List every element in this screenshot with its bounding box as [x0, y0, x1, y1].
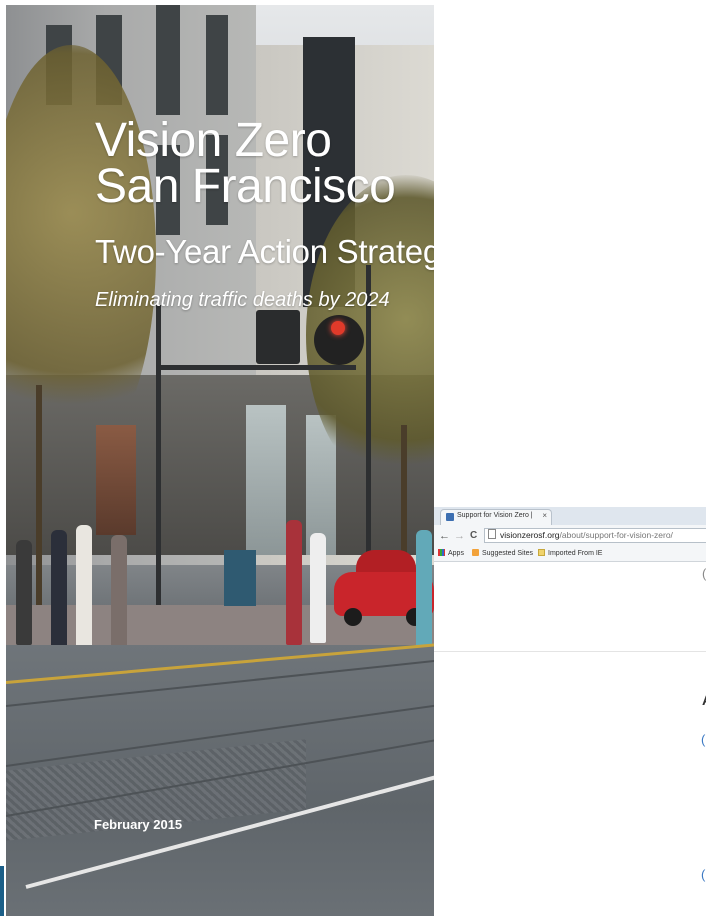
pedestrian: [416, 530, 432, 650]
cover-subtitle: Two-Year Action Strategy: [95, 233, 434, 270]
tab-strip: Support for Vision Zero | ×: [434, 507, 706, 525]
report-cover: Vision Zero San Francisco Two-Year Actio…: [6, 5, 434, 916]
cut-off-link-icon[interactable]: (: [701, 732, 705, 747]
pedestrian: [76, 525, 92, 660]
url-host: visionzerosf.org: [500, 530, 560, 540]
pedestrian: [286, 520, 302, 645]
header-divider: [434, 651, 706, 652]
bookmark-imported-from-ie[interactable]: Imported From IE: [538, 547, 602, 561]
cut-off-icon: (: [702, 566, 706, 581]
forward-arrow-icon[interactable]: →: [454, 529, 465, 543]
url-path: /about/support-for-vision-zero/: [559, 530, 673, 540]
bookmark-suggested-sites[interactable]: Suggested Sites: [472, 547, 533, 561]
page-icon: [488, 529, 496, 539]
pedestrian: [51, 530, 67, 660]
folder-icon: [538, 549, 545, 556]
apps-grid-icon: [438, 549, 445, 556]
cover-date: February 2015: [94, 817, 183, 832]
traffic-signal: [314, 315, 364, 365]
pedestrian: [310, 533, 326, 643]
bookmark-label: Apps: [448, 550, 464, 557]
tab-title: Support for Vision Zero |: [457, 512, 533, 519]
cut-off-heading: A: [702, 692, 706, 708]
site-favicon-icon: [446, 513, 454, 521]
address-bar[interactable]: visionzerosf.org/about/support-for-visio…: [484, 528, 706, 543]
back-arrow-icon[interactable]: ←: [439, 529, 450, 543]
bookmarks-bar: Apps Suggested Sites Imported From IE: [434, 547, 706, 562]
title-line-1: Vision Zero: [95, 114, 332, 167]
browser-tab[interactable]: Support for Vision Zero | ×: [440, 509, 552, 525]
navigation-bar: ← → C visionzerosf.org/about/support-for…: [434, 525, 706, 548]
reload-icon[interactable]: C: [470, 529, 477, 543]
cut-off-link-icon[interactable]: (: [701, 867, 705, 882]
title-line-2: San Francisco: [95, 160, 396, 214]
tab-close-icon[interactable]: ×: [542, 511, 547, 520]
suggested-sites-icon: [472, 549, 479, 556]
bookmark-label: Suggested Sites: [482, 550, 533, 557]
pedestrian: [111, 535, 127, 660]
pedestrian: [16, 540, 32, 645]
signal-arm: [156, 365, 356, 370]
cover-tagline: Eliminating traffic deaths by 2024: [95, 289, 390, 311]
bookmark-apps[interactable]: Apps: [438, 547, 464, 561]
red-light-icon: [331, 321, 345, 335]
cover-title: Vision Zero San Francisco: [95, 114, 396, 214]
tree-trunk: [36, 385, 42, 615]
signal-pole: [156, 305, 161, 605]
accent-bar: [0, 866, 4, 916]
page-content: ( A ( (: [434, 562, 706, 916]
pedestrian-signal: [256, 310, 300, 364]
news-kiosk: [224, 550, 256, 606]
browser-window: Support for Vision Zero | × ← → C vision…: [434, 507, 706, 916]
bookmark-label: Imported From IE: [548, 550, 603, 557]
